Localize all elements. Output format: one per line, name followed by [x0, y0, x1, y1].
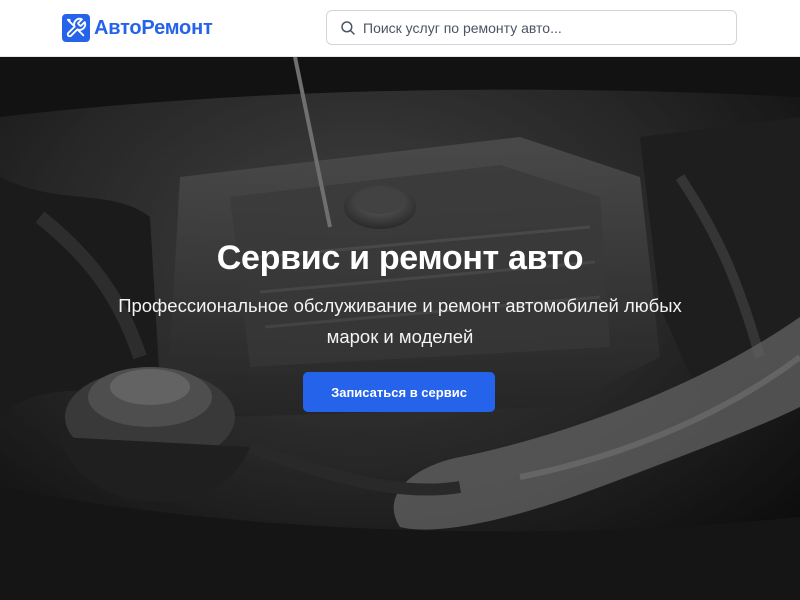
search-icon	[341, 21, 355, 35]
hero-section: Сервис и ремонт авто Профессиональное об…	[0, 57, 800, 600]
hero-subtitle: Профессиональное обслуживание и ремонт а…	[118, 295, 682, 347]
search-input[interactable]	[363, 11, 728, 44]
search-box	[326, 10, 737, 45]
logo[interactable]: АвтоРемонт	[62, 14, 213, 42]
logo-text: АвтоРемонт	[94, 16, 213, 39]
wrench-screwdriver-icon	[62, 14, 90, 42]
hero-title: Сервис и ремонт авто	[216, 239, 584, 277]
site-header: АвтоРемонт	[0, 0, 800, 57]
book-service-button[interactable]: Записаться в сервис	[303, 372, 495, 412]
